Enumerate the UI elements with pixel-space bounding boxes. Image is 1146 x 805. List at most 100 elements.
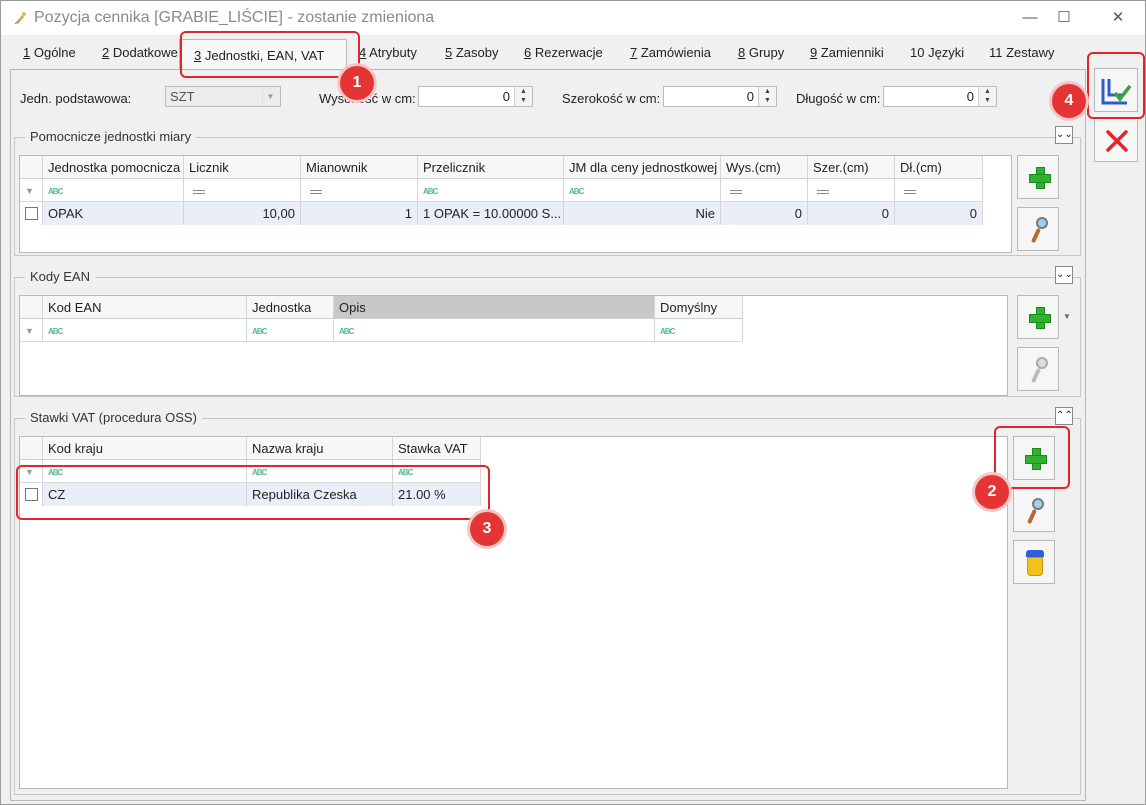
tab-grupy[interactable]: 8 Grupy [738,45,784,60]
filter-cell[interactable] [721,179,808,202]
close-window-button[interactable]: ✕ [1095,1,1141,35]
column-header[interactable]: Przelicznik [418,156,564,179]
cancel-button[interactable] [1094,118,1138,162]
length-value: 0 [966,89,974,104]
column-header[interactable]: Szer.(cm) [808,156,895,179]
spin-up-icon[interactable]: ▲ [979,87,996,96]
tab-dodatkowe[interactable]: 2 Dodatkowe [102,45,178,60]
funnel-icon[interactable]: ▼ [20,319,43,342]
spin-buttons[interactable]: ▲ ▼ [514,87,532,106]
cell-conversion[interactable]: 1 OPAK = 10.00000 S... [418,202,564,225]
tab-atrybuty[interactable]: 4 Atrybuty [359,45,417,60]
double-chevron-down-icon: ⌄⌄ [1056,129,1073,140]
base-unit-select[interactable]: SZT ▼ [165,86,281,107]
double-chevron-down-icon: ⌄⌄ [1056,269,1073,280]
funnel-icon[interactable]: ▼ [20,179,43,202]
maximize-button[interactable]: ☐ [1041,1,1087,35]
base-unit-label: Jedn. podstawowa: [20,91,132,106]
equals-filter-icon [310,190,322,194]
column-header[interactable]: Jednostka [247,296,334,319]
double-chevron-up-icon: ⌃⌃ [1056,410,1073,421]
filter-cell[interactable]: ABC [247,319,334,342]
cell-unit-price-jm[interactable]: Nie [564,202,721,225]
column-header[interactable]: Stawka VAT [393,437,481,460]
column-header[interactable]: Domyślny [655,296,743,319]
step-badge-1: 1 [340,66,374,100]
height-value: 0 [502,89,510,104]
spin-buttons[interactable]: ▲ ▼ [758,87,776,106]
filter-cell[interactable]: ABC [334,319,655,342]
column-header[interactable]: Licznik [184,156,301,179]
tab-label: Atrybuty [366,45,417,60]
highlight-save [1087,52,1145,119]
tab-zestawy[interactable]: 11 Zestawy [989,45,1055,60]
tab-hotkey: 10 [910,45,925,60]
column-header[interactable]: Mianownik [301,156,418,179]
tab-zamowienia[interactable]: 7 Zamówienia [630,45,711,60]
column-header[interactable]: Nazwa kraju [247,437,393,460]
filter-cell[interactable]: ABC [43,319,247,342]
tab-rezerwacje[interactable]: 6 Rezerwacje [524,45,603,60]
filter-cell[interactable]: ABC [564,179,721,202]
equals-filter-icon [817,190,829,194]
delete-vat-button[interactable] [1013,540,1055,584]
filter-cell[interactable] [301,179,418,202]
tab-label: Zamienniki [817,45,884,60]
column-header[interactable]: JM dla ceny jednostkowej [564,156,721,179]
cell-length[interactable]: 0 [895,202,983,225]
ean-title: Kody EAN [25,269,95,284]
column-header[interactable]: Wys.(cm) [721,156,808,179]
tab-zamienniki[interactable]: 9 Zamienniki [810,45,884,60]
filter-cell[interactable]: ABC [43,179,184,202]
add-ean-dropdown[interactable]: ▼ [1060,295,1074,339]
aux-units-grid: Jednostka pomocnicza Licznik Mianownik P… [19,155,1012,253]
collapse-aux-units-button[interactable]: ⌄⌄ [1055,126,1073,144]
spin-up-icon[interactable]: ▲ [515,87,532,96]
edit-aux-unit-button[interactable] [1017,207,1059,251]
spin-up-icon[interactable]: ▲ [759,87,776,96]
dialog-window: Pozycja cennika [GRABIE_LIŚCIE] - zostan… [0,0,1146,805]
collapse-vat-button[interactable]: ⌃⌃ [1055,407,1073,425]
edit-ean-button [1017,347,1059,391]
cell-denominator[interactable]: 1 [301,202,418,225]
cell-numerator[interactable]: 10,00 [184,202,301,225]
width-label: Szerokość w cm: [562,91,661,106]
cell-height[interactable]: 0 [721,202,808,225]
close-x-icon [1106,130,1128,152]
width-spin-input[interactable]: 0 ▲ ▼ [663,86,777,107]
tab-label: Języki [924,45,965,60]
filter-cell[interactable]: ABC [418,179,564,202]
magnifier-icon [1028,356,1050,384]
add-aux-unit-button[interactable] [1017,155,1059,199]
length-spin-input[interactable]: 0 ▲ ▼ [883,86,997,107]
vat-title: Stawki VAT (procedura OSS) [25,410,202,425]
cell-width[interactable]: 0 [808,202,895,225]
column-header[interactable]: Kod kraju [43,437,247,460]
text-filter-icon: ABC [48,327,63,336]
column-header[interactable]: Opis [334,296,655,319]
magnifier-icon [1028,216,1050,244]
edit-vat-button[interactable] [1013,488,1055,532]
row-checkbox[interactable] [20,202,43,225]
tab-jezyki[interactable]: 10 Języki [910,45,964,60]
filter-cell[interactable] [808,179,895,202]
column-header[interactable]: Jednostka pomocnicza [43,156,184,179]
filter-cell[interactable] [184,179,301,202]
tab-label: Zasoby [452,45,499,60]
add-ean-button[interactable] [1017,295,1059,339]
tab-ogolne[interactable]: 1 Ogólne [23,45,76,60]
spin-down-icon[interactable]: ▼ [979,96,996,105]
collapse-ean-button[interactable]: ⌄⌄ [1055,266,1073,284]
magnifier-icon [1024,497,1046,525]
spin-down-icon[interactable]: ▼ [759,96,776,105]
spin-buttons[interactable]: ▲ ▼ [978,87,996,106]
column-header[interactable]: Dł.(cm) [895,156,983,179]
plus-icon [1029,307,1051,329]
spin-down-icon[interactable]: ▼ [515,96,532,105]
column-header[interactable]: Kod EAN [43,296,247,319]
filter-cell[interactable]: ABC [655,319,743,342]
cell-unit[interactable]: OPAK [43,202,184,225]
tab-zasoby[interactable]: 5 Zasoby [445,45,498,60]
filter-cell[interactable] [895,179,983,202]
height-spin-input[interactable]: 0 ▲ ▼ [418,86,533,107]
